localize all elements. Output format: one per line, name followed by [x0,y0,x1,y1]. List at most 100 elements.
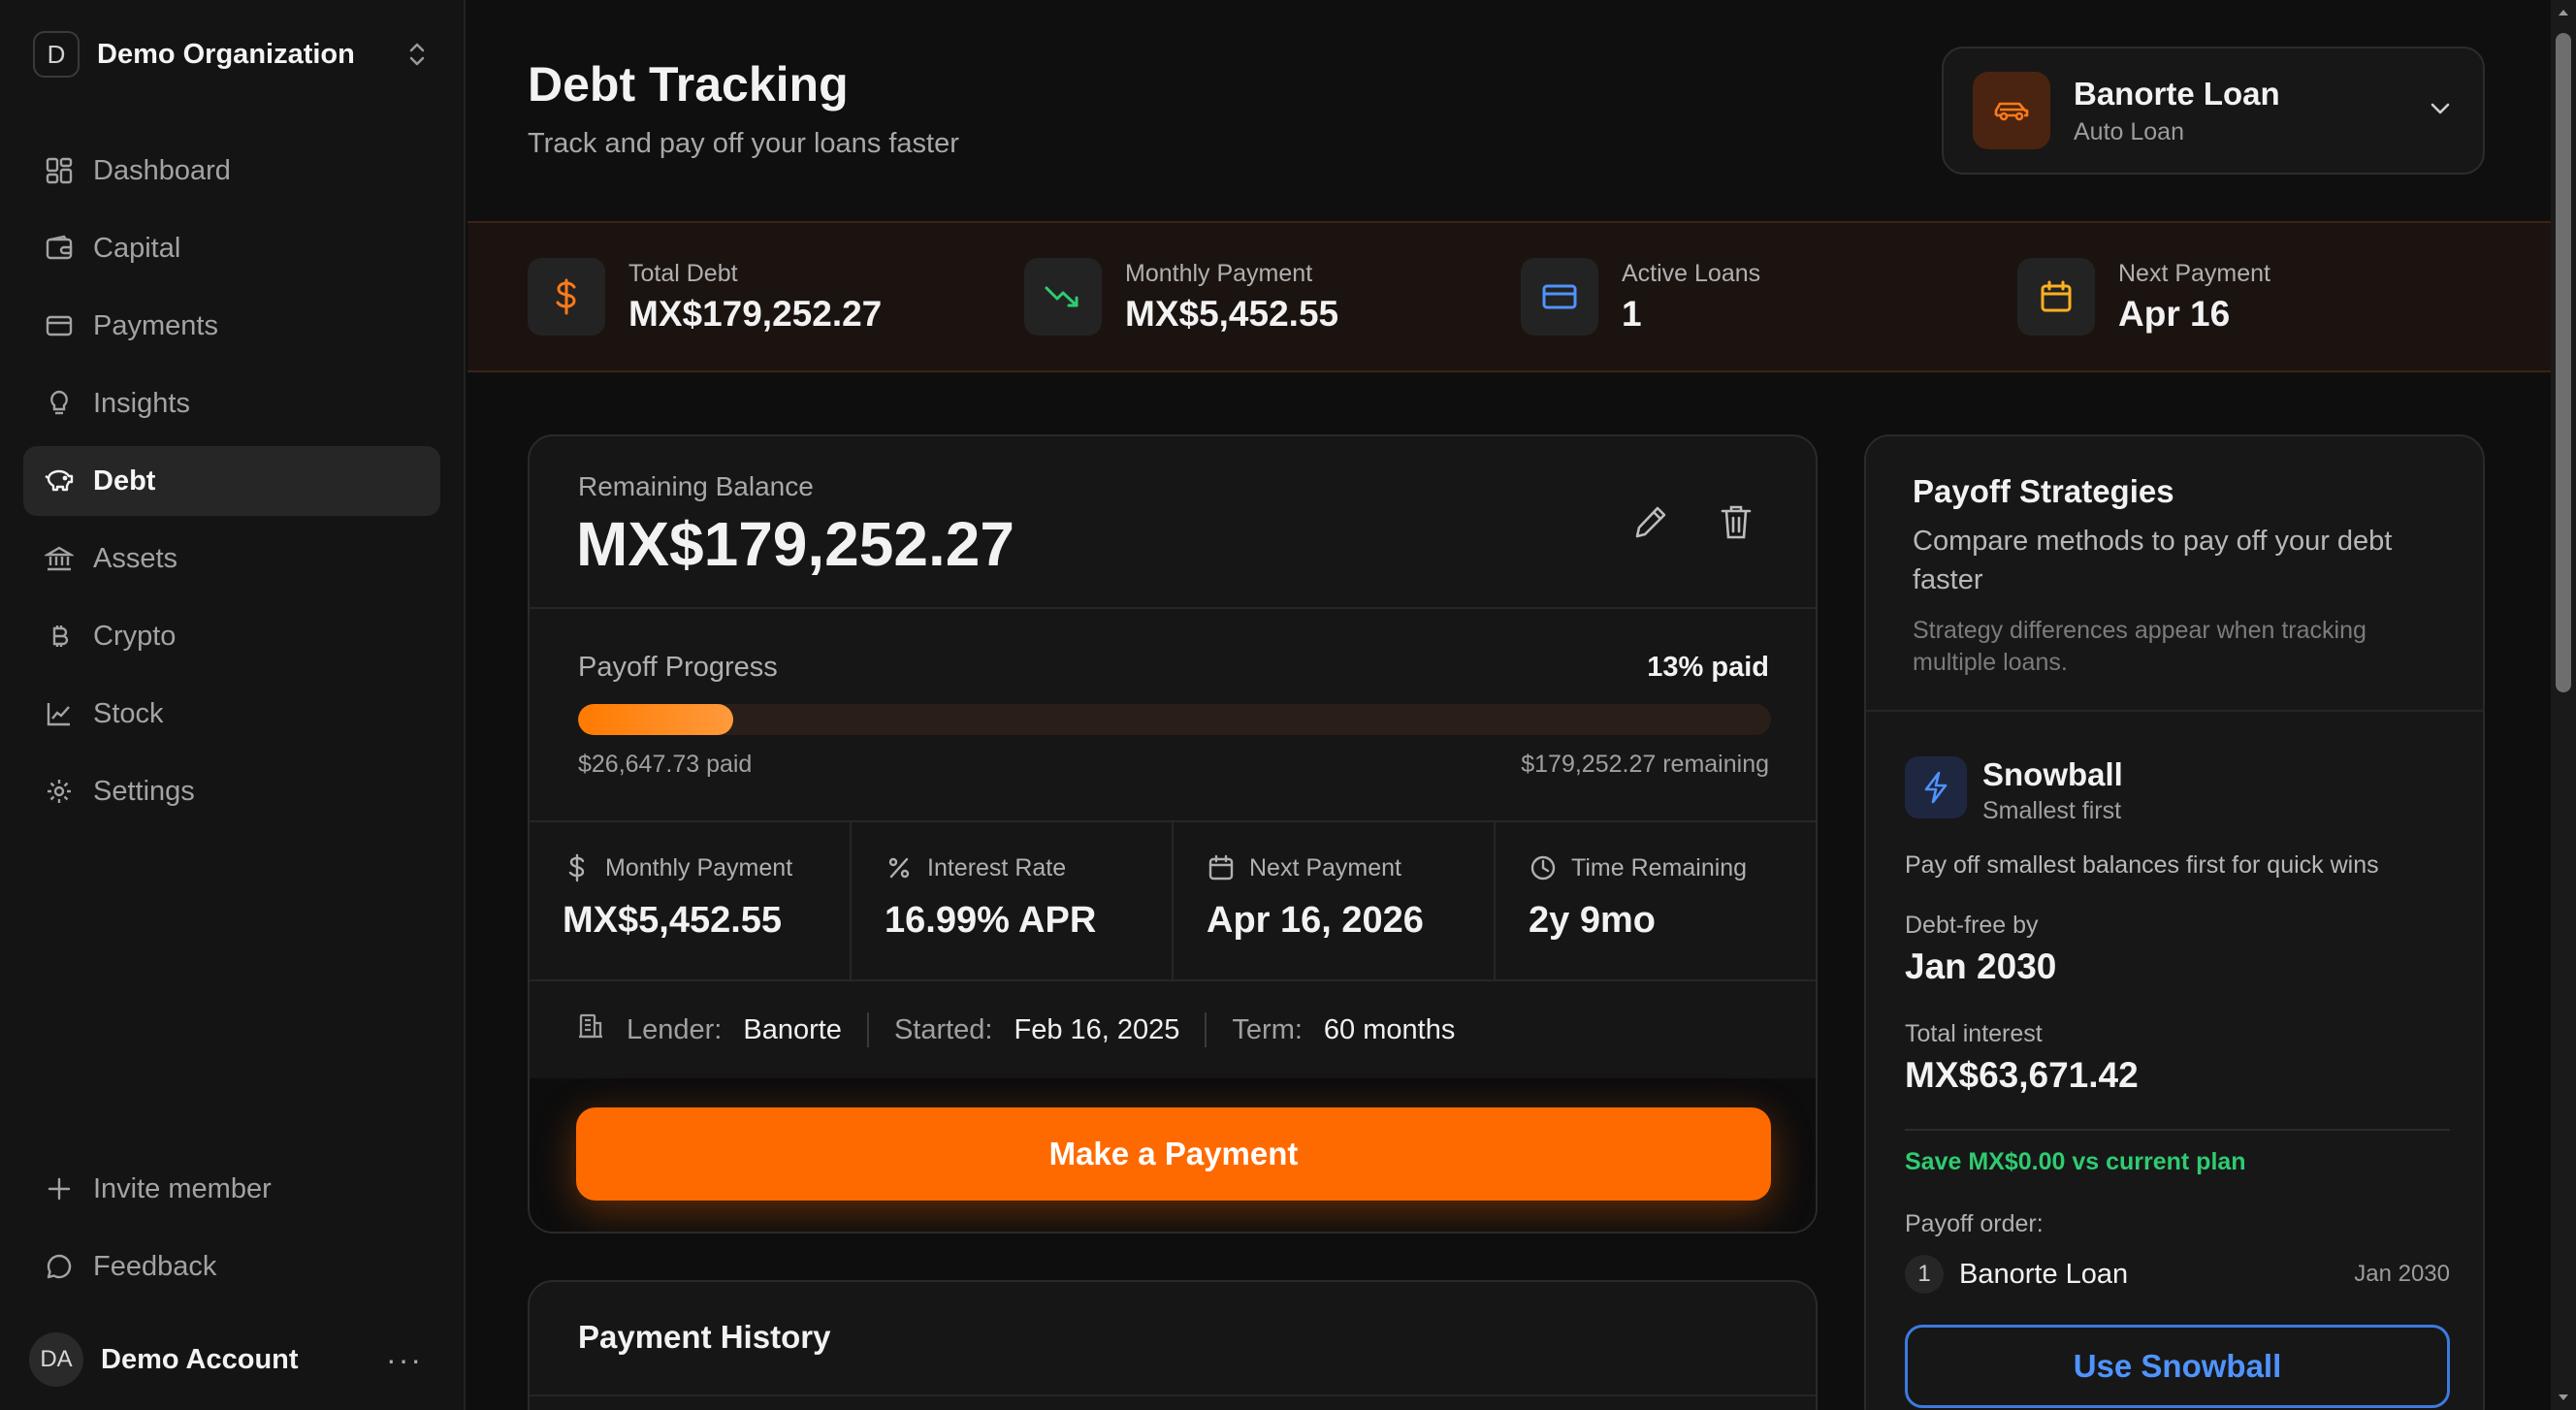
loan-selector-type: Auto Loan [2074,117,2184,145]
more-options-icon[interactable]: ··· [386,1342,436,1378]
account-name: Demo Account [101,1343,299,1375]
payment-history-title: Payment History [578,1319,831,1355]
metric-value: Apr 16, 2026 [1207,900,1424,941]
sidebar-item-debt[interactable]: Debt [23,446,440,516]
sidebar-item-crypto[interactable]: Crypto [23,601,440,671]
page-subtitle: Track and pay off your loans faster [528,128,959,159]
divider [530,1394,1816,1396]
payment-history-card: Payment History [528,1280,1818,1410]
trash-icon [1719,502,1754,546]
stat-active-loans: Active Loans 1 [1521,258,1760,336]
chevron-down-icon[interactable] [2427,95,2454,127]
strategies-title: Payoff Strategies [1913,473,2174,509]
sidebar-item-stock[interactable]: Stock [23,679,440,749]
chevron-up-down-icon[interactable] [398,35,436,74]
metric-value: 16.99% APR [885,900,1097,941]
invite-member-button[interactable]: Invite member [23,1154,440,1224]
lender-label: Lender: [627,1013,723,1045]
stat-label: Total Debt [628,259,738,287]
loan-metrics: Monthly Payment MX$5,452.55 Interest Rat… [530,822,1816,979]
metric-next-payment: Next Payment Apr 16, 2026 [1174,822,1496,979]
page-header: Debt Tracking Track and pay off your loa… [467,0,2551,221]
building-icon [576,1011,605,1048]
divider [1905,1129,2450,1131]
stat-monthly-payment: Monthly Payment MX$5,452.55 [1024,258,1338,336]
sidebar-item-label: Settings [93,775,195,807]
use-snowball-button[interactable]: Use Snowball [1905,1325,2450,1408]
metric-value: MX$5,452.55 [563,900,783,941]
loan-detail-card: Remaining Balance MX$179,252.27 Payoff P… [528,434,1818,1234]
savings-text: Save MX$0.00 vs current plan [1905,1148,2246,1175]
org-name: Demo Organization [97,38,355,70]
stat-value: 1 [1622,293,1642,334]
edit-button[interactable] [1622,495,1680,553]
chart-line-icon [43,697,76,730]
loan-selector-name: Banorte Loan [2074,75,2280,112]
payoff-strategies-panel: Payoff Strategies Compare methods to pay… [1864,434,2485,1410]
sidebar-item-label: Capital [93,232,181,264]
metric-monthly-payment: Monthly Payment MX$5,452.55 [530,822,852,979]
org-avatar: D [33,31,80,78]
sidebar-item-label: Assets [93,542,178,574]
loan-selector[interactable]: Banorte Loan Auto Loan [1942,47,2485,175]
sidebar-item-insights[interactable]: Insights [23,369,440,438]
trending-down-icon [1024,258,1102,336]
clock-icon [1529,853,1558,882]
term-value: 60 months [1323,1013,1456,1045]
strategies-note: Strategy differences appear when trackin… [1913,617,2367,676]
credit-card-icon [43,309,76,342]
scroll-down-arrow-icon[interactable] [2551,1385,2576,1410]
strategy-name: Snowball [1982,756,2123,792]
remaining-balance-label: Remaining Balance [578,471,814,501]
bitcoin-icon [43,620,76,653]
invite-member-label: Invite member [93,1172,272,1204]
sidebar-bottom: Invite member Feedback [23,1154,440,1309]
metric-value: 2y 9mo [1529,900,1656,941]
metric-label: Interest Rate [927,853,1067,881]
dashboard-icon [43,154,76,187]
debt-free-label: Debt-free by [1905,912,2039,939]
stat-label: Next Payment [2118,259,2271,287]
payoff-progress-label: Payoff Progress [578,652,778,683]
payment-action-area: Make a Payment [530,1078,1816,1232]
account-menu[interactable]: DA Demo Account ··· [29,1330,436,1389]
stat-value: MX$5,452.55 [1125,293,1339,334]
summary-stats: Total Debt MX$179,252.27 Monthly Payment… [467,221,2551,372]
scrollbar-thumb[interactable] [2556,33,2571,692]
stat-total-debt: Total Debt MX$179,252.27 [528,258,882,336]
started-label: Started: [893,1013,993,1045]
sidebar-item-dashboard[interactable]: Dashboard [23,136,440,206]
org-switcher[interactable]: D Demo Organization [33,29,436,80]
payoff-progress-percent: 13% paid [1647,652,1769,683]
sidebar-item-capital[interactable]: Capital [23,213,440,283]
delete-button[interactable] [1707,495,1765,553]
sidebar-item-label: Debt [93,465,156,497]
calendar-icon [2017,258,2095,336]
sidebar-item-settings[interactable]: Settings [23,756,440,826]
metric-label: Time Remaining [1571,853,1748,881]
scrollbar[interactable] [2551,0,2576,1410]
lightning-icon [1905,756,1967,818]
scroll-up-arrow-icon[interactable] [2551,0,2576,25]
car-icon [1973,72,2050,149]
piggy-bank-icon [43,465,76,497]
calendar-icon [1207,853,1236,882]
sidebar-item-assets[interactable]: Assets [23,524,440,593]
dollar-icon [528,258,605,336]
strategy-subtitle: Smallest first [1982,797,2122,824]
make-payment-button[interactable]: Make a Payment [576,1107,1771,1201]
avatar: DA [29,1332,83,1387]
sidebar-item-payments[interactable]: Payments [23,291,440,361]
sidebar: D Demo Organization Dashboard Capital Pa… [0,0,466,1410]
stat-label: Active Loans [1622,259,1761,287]
gear-icon [43,775,76,808]
term-label: Term: [1232,1013,1303,1045]
lightbulb-icon [43,387,76,420]
feedback-button[interactable]: Feedback [23,1232,440,1301]
page-title: Debt Tracking [528,57,849,112]
strategies-description: Compare methods to pay off your debt fas… [1913,526,2393,595]
amount-remaining: $179,252.27 remaining [1521,751,1769,778]
sidebar-item-label: Payments [93,309,218,341]
percent-icon [885,853,914,882]
plus-icon [43,1172,76,1205]
